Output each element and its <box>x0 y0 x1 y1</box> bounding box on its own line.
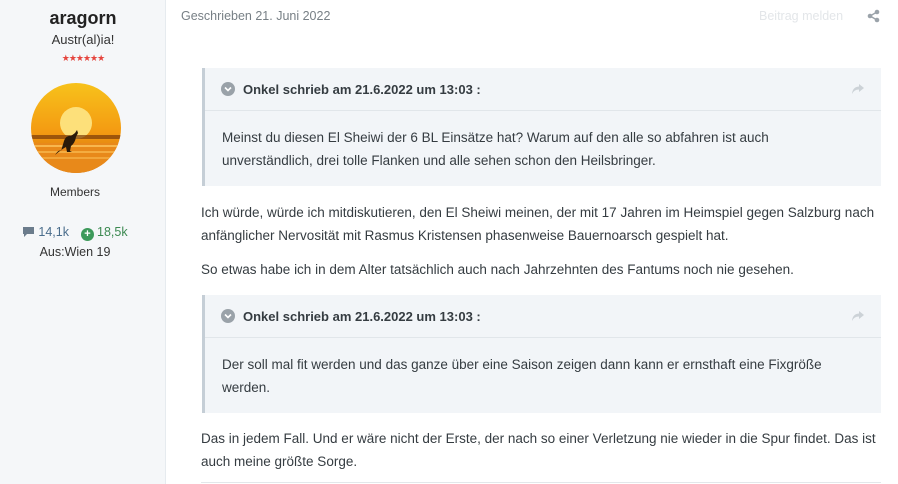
quote-block: Onkel schrieb am 21.6.2022 um 13:03 : Me… <box>202 68 881 186</box>
author-title: Austr(al)ia! <box>51 32 115 47</box>
quote-header: Onkel schrieb am 21.6.2022 um 13:03 : <box>205 68 881 111</box>
author-location: Aus:Wien 19 <box>39 245 111 259</box>
author-username[interactable]: aragorn <box>0 8 166 29</box>
reply-arrow-icon[interactable] <box>851 309 865 327</box>
chevron-down-icon[interactable] <box>221 82 235 96</box>
kangaroo-sunset-avatar-icon <box>31 83 121 173</box>
share-icon[interactable] <box>867 9 880 28</box>
post-paragraph: Ich würde, würde ich mitdiskutieren, den… <box>201 205 875 243</box>
quote-text: Der soll mal fit werden und das ganze üb… <box>222 357 822 395</box>
post-paragraph: Das in jedem Fall. Und er wäre nicht der… <box>201 431 876 469</box>
quote-header: Onkel schrieb am 21.6.2022 um 13:03 : <box>205 295 881 338</box>
author-sidebar: aragorn Austr(al)ia! ★★★★★★ Members 14,1… <box>0 0 166 484</box>
rank-stars: ★★★★★★ <box>61 53 105 63</box>
chevron-down-icon[interactable] <box>221 309 235 323</box>
reputation-count: +18,5k <box>81 225 128 241</box>
reputation-value: 18,5k <box>97 225 128 239</box>
author-stats: 14,1k +18,5k <box>0 225 150 241</box>
post-paragraph: So etwas habe ich in dem Alter tatsächli… <box>201 262 794 277</box>
plus-icon: + <box>81 228 94 241</box>
quote-citation: Onkel schrieb am 21.6.2022 um 13:03 : <box>243 82 481 97</box>
author-group: Members <box>49 185 100 199</box>
quote-citation: Onkel schrieb am 21.6.2022 um 13:03 : <box>243 309 481 324</box>
post-count-value: 14,1k <box>38 225 69 239</box>
comment-icon <box>23 227 35 237</box>
post-count: 14,1k <box>22 225 69 241</box>
quote-block: Onkel schrieb am 21.6.2022 um 13:03 : De… <box>202 295 881 413</box>
quote-text: Meinst du diesen El Sheiwi der 6 BL Eins… <box>222 130 769 168</box>
post-date[interactable]: Geschrieben 21. Juni 2022 <box>181 9 330 23</box>
avatar[interactable] <box>31 83 121 173</box>
report-post-link[interactable]: Beitrag melden <box>759 9 843 23</box>
reply-arrow-icon[interactable] <box>851 82 865 100</box>
post-divider <box>201 482 881 483</box>
